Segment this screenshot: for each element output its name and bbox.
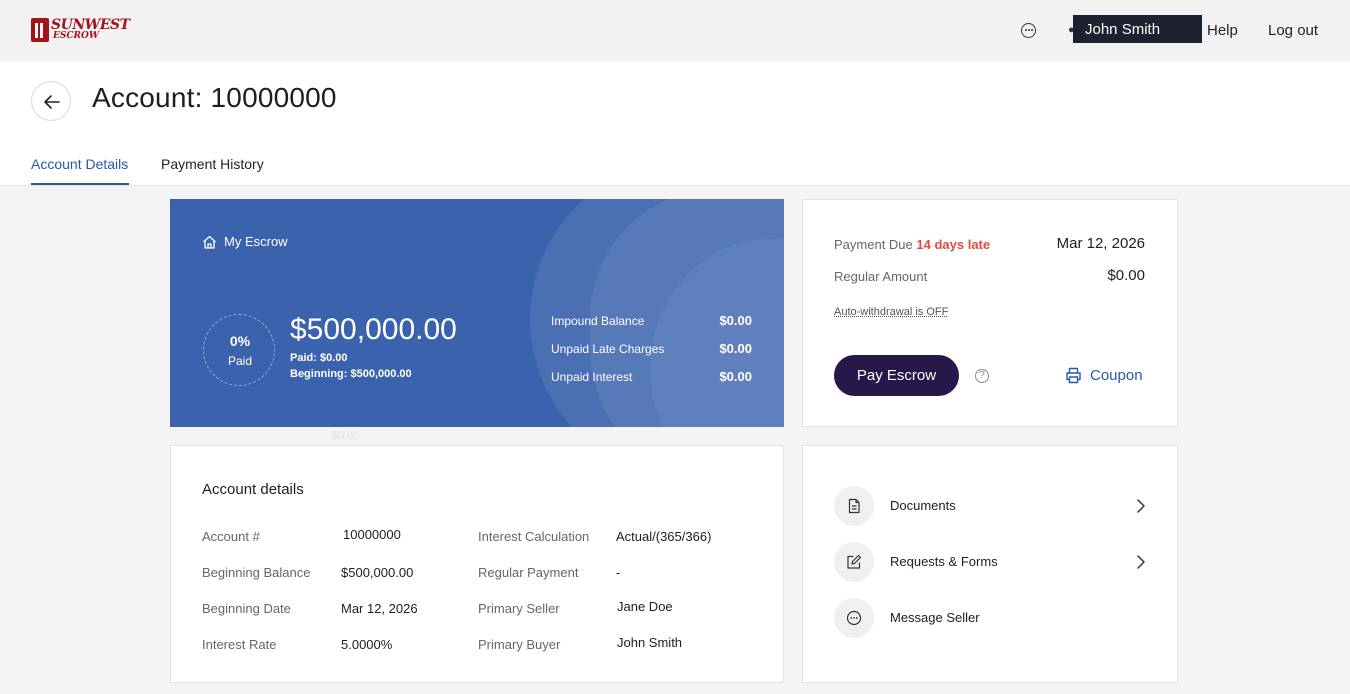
quick-links-card: Documents Requests & Forms Message Selle… [802,445,1178,683]
chevron-right-icon [1137,555,1145,569]
ghost-value: $0.00 [332,430,360,442]
tab-payment-history[interactable]: Payment History [161,156,264,172]
printer-icon [1066,367,1081,384]
requests-forms-label: Requests & Forms [890,554,998,569]
requests-forms-link[interactable]: Requests & Forms [834,542,1148,582]
paid-amount: Paid: $0.00 [290,352,348,364]
regular-amount-label: Regular Amount [834,269,928,284]
regular-payment-label: Regular Payment [478,565,579,580]
page-header: Account: 10000000 Account Details Paymen… [0,62,1350,186]
interest-rate-value: 5.0000% [341,637,393,652]
interest-calculation-value: Actual/(365/366) [616,529,712,544]
account-number-value: 10000000 [343,527,401,542]
pay-escrow-button[interactable]: Pay Escrow [834,355,959,396]
unpaid-late-charges-label: Unpaid Late Charges [551,342,665,356]
link-icon-circle [834,542,874,582]
user-name[interactable]: John Smith [1073,15,1202,43]
percent-paid-label: Paid [227,354,253,368]
documents-label: Documents [890,498,956,513]
late-status: 14 days late [916,237,991,252]
back-button[interactable] [31,81,71,121]
logo-mark-icon [31,18,49,42]
primary-seller-label: Primary Seller [478,601,560,616]
coupon-label: Coupon [1090,367,1143,384]
regular-payment-value: - [616,565,621,580]
primary-buyer-value: John Smith [617,635,683,650]
unpaid-interest-value: $0.00 [719,369,752,384]
documents-link[interactable]: Documents [834,486,1148,526]
message-icon [846,610,862,626]
beginning-balance-value: $500,000.00 [341,565,414,580]
message-seller-label: Message Seller [890,610,980,625]
impound-balance-value: $0.00 [719,313,752,328]
account-details-card: Account details Account # 10000000 Begin… [170,445,784,683]
home-icon [203,235,216,249]
primary-buyer-label: Primary Buyer [478,637,561,652]
escrow-balance: $500,000.00 [290,313,457,346]
percent-paid: 0% [229,333,251,349]
active-tab-indicator [31,183,129,185]
unpaid-interest-label: Unpaid Interest [551,370,633,384]
impound-balance-label: Impound Balance [551,314,645,328]
account-number-label: Account # [202,529,260,544]
beginning-date-value: Mar 12, 2026 [341,601,418,616]
interest-calculation-label: Interest Calculation [478,529,590,544]
sunwest-escrow-logo[interactable]: SUNWEST ESCROW [31,16,135,44]
top-bar: SUNWEST ESCROW ● John Smith Help Log out [0,0,1350,62]
regular-amount-value: $0.00 [1107,267,1145,284]
help-link[interactable]: Help [1207,22,1238,39]
chat-icon[interactable] [1021,23,1036,38]
beginning-date-label: Beginning Date [202,601,291,616]
paid-progress-ring: 0% Paid [203,314,275,386]
help-circle-icon[interactable]: ? [975,369,989,383]
link-icon-circle [834,598,874,638]
document-icon [848,498,860,514]
tab-account-details[interactable]: Account Details [31,156,128,172]
arrow-left-icon [44,95,60,109]
payment-due-text: Payment Due [834,237,913,252]
auto-withdrawal-link[interactable]: Auto-withdrawal is OFF [834,306,948,318]
edit-icon [847,554,862,569]
escrow-label: My Escrow [224,234,288,249]
logo-subtext: ESCROW [53,31,99,41]
link-icon-circle [834,486,874,526]
primary-seller-value: Jane Doe [617,599,673,614]
payment-card: Payment Due 14 days late Mar 12, 2026 Re… [802,199,1178,427]
escrow-summary-card: My Escrow 0% Paid $500,000.00 Paid: $0.0… [170,199,784,427]
page-title: Account: 10000000 [92,82,337,113]
chevron-right-icon [1137,499,1145,513]
beginning-amount: Beginning: $500,000.00 [290,368,412,380]
logout-link[interactable]: Log out [1268,22,1318,39]
ghost-row: $0.00 [170,430,784,442]
message-seller-link[interactable]: Message Seller [834,598,1148,638]
interest-rate-label: Interest Rate [202,637,277,652]
beginning-balance-label: Beginning Balance [202,565,311,580]
payment-due-label: Payment Due 14 days late [834,237,990,252]
unpaid-late-charges-value: $0.00 [719,341,752,356]
payment-due-date: Mar 12, 2026 [1056,235,1145,252]
account-details-title: Account details [202,481,304,498]
